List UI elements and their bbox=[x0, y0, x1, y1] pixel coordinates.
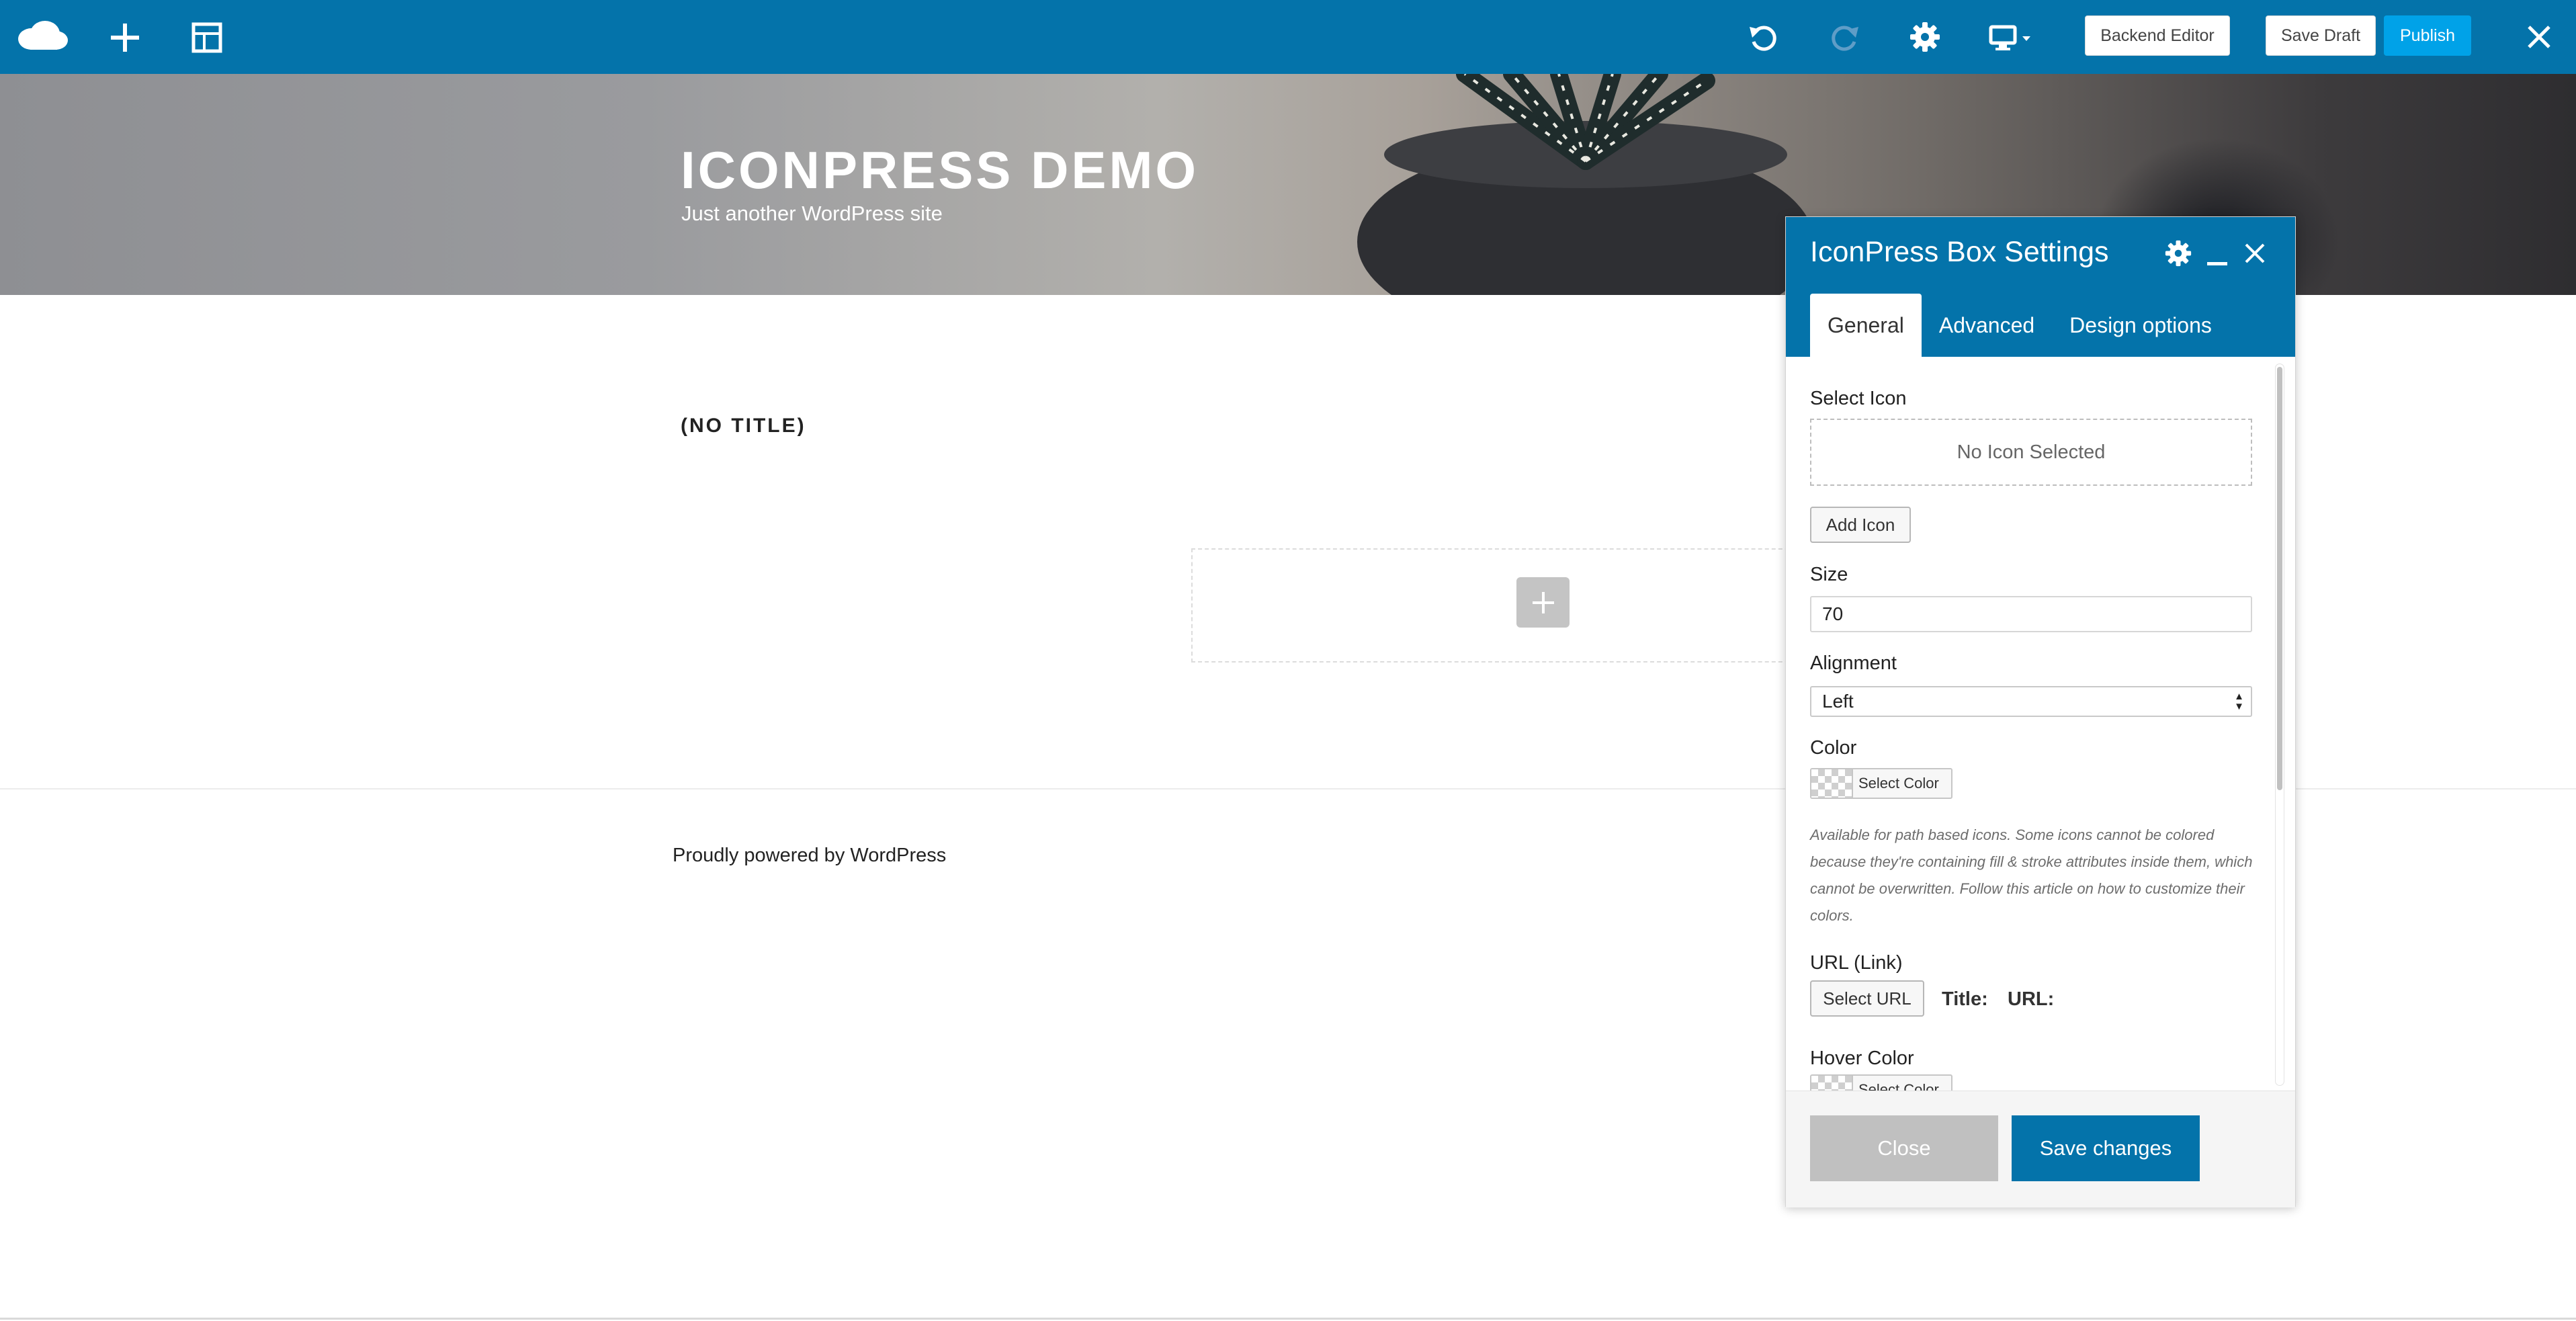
no-icon-text: No Icon Selected bbox=[1957, 441, 2106, 463]
add-element-button[interactable] bbox=[1516, 577, 1570, 628]
editor-toolbar: Backend Editor Save Draft Publish bbox=[0, 0, 2576, 74]
tab-general[interactable]: General bbox=[1810, 294, 1922, 357]
color-label: Color bbox=[1810, 737, 1857, 759]
tab-design-options[interactable]: Design options bbox=[2052, 294, 2229, 357]
panel-gear-icon[interactable] bbox=[2165, 240, 2192, 270]
plus-icon bbox=[1532, 591, 1554, 613]
add-icon-button[interactable]: Add Icon bbox=[1810, 507, 1911, 543]
close-button[interactable]: Close bbox=[1810, 1115, 1998, 1181]
url-title-label: Title: bbox=[1942, 988, 1988, 1010]
panel-footer: Close Save changes bbox=[1786, 1091, 2295, 1207]
save-draft-button[interactable]: Save Draft bbox=[2266, 15, 2376, 56]
plus-icon[interactable] bbox=[108, 20, 142, 55]
close-icon[interactable] bbox=[2522, 20, 2556, 54]
hover-select-color-text: Select Color bbox=[1858, 1081, 1939, 1091]
undo-icon[interactable] bbox=[1746, 20, 1780, 55]
size-input[interactable]: 70 bbox=[1810, 596, 2252, 632]
minimize-icon[interactable] bbox=[2205, 240, 2229, 270]
url-label: URL (Link) bbox=[1810, 952, 1903, 974]
bottom-border bbox=[0, 1318, 2576, 1320]
alignment-value: Left bbox=[1822, 691, 1854, 712]
select-icon-label: Select Icon bbox=[1810, 388, 1907, 409]
post-title: (NO TITLE) bbox=[681, 415, 806, 437]
redo-icon bbox=[1828, 20, 1862, 55]
monitor-icon[interactable] bbox=[1989, 20, 2036, 55]
select-url-button[interactable]: Select URL bbox=[1810, 980, 1924, 1017]
add-element-zone[interactable] bbox=[1191, 548, 1809, 663]
color-swatch bbox=[1811, 769, 1853, 798]
select-arrows-icon: ▲ ▼ bbox=[2234, 691, 2244, 712]
publish-button[interactable]: Publish bbox=[2384, 15, 2471, 56]
size-label: Size bbox=[1810, 564, 1848, 585]
panel-close-icon[interactable] bbox=[2244, 243, 2266, 267]
color-help-text: Available for path based icons. Some ico… bbox=[1810, 826, 2253, 924]
panel-body: Select Icon No Icon Selected Add Icon Si… bbox=[1786, 357, 2295, 1091]
hover-color-label: Hover Color bbox=[1810, 1048, 1914, 1069]
panel-scrollbar[interactable] bbox=[2275, 364, 2284, 1086]
templates-icon[interactable] bbox=[189, 20, 224, 55]
cloud-logo-icon[interactable] bbox=[16, 19, 70, 55]
select-color-text: Select Color bbox=[1858, 775, 1939, 792]
url-url-label: URL: bbox=[2008, 988, 2055, 1010]
scrollbar-thumb[interactable] bbox=[2277, 367, 2282, 790]
site-title[interactable]: ICONPRESS DEMO bbox=[681, 140, 1199, 201]
hover-color-picker-button[interactable]: Select Color bbox=[1810, 1074, 1952, 1091]
backend-editor-button[interactable]: Backend Editor bbox=[2085, 15, 2230, 56]
panel-title: IconPress Box Settings bbox=[1810, 236, 2109, 268]
panel-tabs: General Advanced Design options bbox=[1810, 294, 2229, 357]
hover-color-swatch bbox=[1811, 1076, 1853, 1091]
alignment-select[interactable]: Left ▲ ▼ bbox=[1810, 686, 2252, 717]
alignment-label: Alignment bbox=[1810, 652, 1897, 674]
footer-credit: Proudly powered by WordPress bbox=[673, 845, 947, 866]
save-changes-button[interactable]: Save changes bbox=[2012, 1115, 2200, 1181]
icon-preview-box: No Icon Selected bbox=[1810, 419, 2252, 486]
box-settings-panel: IconPress Box Settings General Advanced bbox=[1785, 216, 2296, 1207]
gear-icon[interactable] bbox=[1907, 19, 1943, 55]
tab-advanced[interactable]: Advanced bbox=[1922, 294, 2052, 357]
panel-header[interactable]: IconPress Box Settings General Advanced bbox=[1786, 217, 2295, 357]
site-description: Just another WordPress site bbox=[681, 202, 943, 225]
color-picker-button[interactable]: Select Color bbox=[1810, 768, 1952, 799]
